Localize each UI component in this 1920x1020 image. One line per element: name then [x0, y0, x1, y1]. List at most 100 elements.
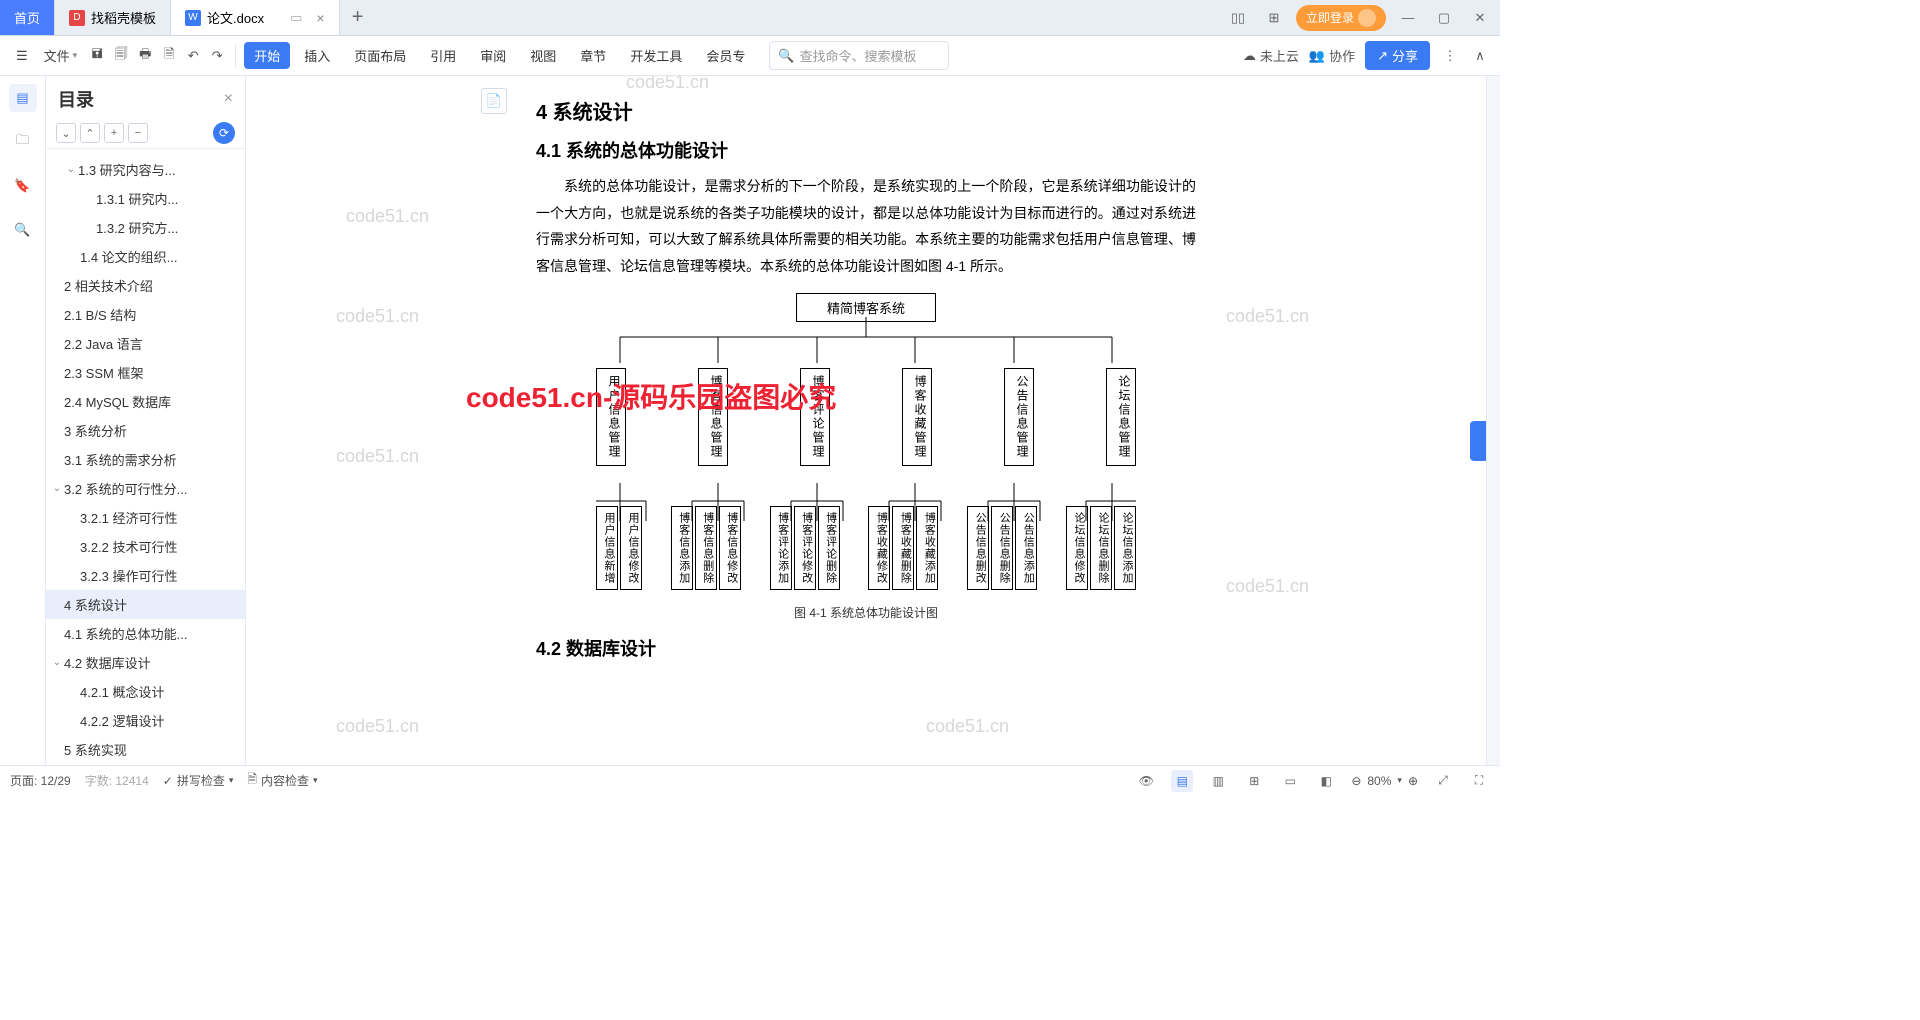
ribbon-member[interactable]: 会员专 — [696, 42, 755, 69]
print-icon[interactable]: 🖶 — [135, 46, 155, 66]
save-icon[interactable]: 🖬 — [87, 46, 107, 66]
close-button[interactable]: ✕ — [1466, 4, 1494, 32]
menu-button[interactable]: ☰ — [10, 44, 34, 68]
outline-item[interactable]: 1.3.2 研究方... — [46, 213, 245, 242]
paragraph-icon[interactable]: 📄 — [481, 88, 507, 114]
outline-item[interactable]: 2.4 MySQL 数据库 — [46, 387, 245, 416]
close-icon[interactable]: × — [316, 10, 324, 26]
outline-item-label: 3 系统分析 — [64, 421, 127, 440]
window-mode-icon[interactable]: ▭ — [290, 10, 302, 26]
outline-item[interactable]: 2.2 Java 语言 — [46, 329, 245, 358]
bookmark-icon[interactable]: 🔖 — [9, 172, 37, 200]
collapse-all-icon[interactable]: ⌄ — [56, 123, 76, 143]
ribbon-dev[interactable]: 开发工具 — [620, 42, 692, 69]
collapse-icon[interactable]: ∧ — [1470, 46, 1490, 66]
read-mode-icon[interactable]: 👁 — [1135, 770, 1157, 792]
panel-title: 目录 — [58, 86, 224, 112]
share-button[interactable]: ↗分享 — [1365, 41, 1430, 70]
layout-icon[interactable]: ▯▯ — [1224, 4, 1252, 32]
expand-icon[interactable]: + — [104, 123, 124, 143]
zoom-out-icon[interactable]: ⊖ — [1351, 774, 1361, 788]
outline-item[interactable]: ⌄3.2 系统的可行性分... — [46, 474, 245, 503]
more-icon[interactable]: ⋮ — [1440, 46, 1460, 66]
diagram-leaf: 博客评论修改 — [794, 506, 816, 590]
docer-icon: D — [69, 10, 85, 26]
collapse-icon[interactable]: − — [128, 123, 148, 143]
fullscreen-icon[interactable]: ⛶ — [1468, 770, 1490, 792]
diagram-leaf: 公告信息删除 — [991, 506, 1013, 590]
outline-item[interactable]: 2 相关技术介绍 — [46, 271, 245, 300]
scrollbar[interactable] — [1486, 76, 1500, 765]
print-preview-icon[interactable]: 🗎 — [159, 46, 179, 66]
fit-width-icon[interactable]: ⤢ — [1432, 770, 1454, 792]
maximize-button[interactable]: ▢ — [1430, 4, 1458, 32]
page: 📄 4 系统设计 4.1 系统的总体功能设计 系统的总体功能设计，是需求分析的下… — [536, 76, 1196, 765]
outline-item[interactable]: 1.4 论文的组织... — [46, 242, 245, 271]
outline-item[interactable]: 3.2.2 技术可行性 — [46, 532, 245, 561]
outline-item[interactable]: 1.3.1 研究内... — [46, 184, 245, 213]
ribbon-insert[interactable]: 插入 — [294, 42, 340, 69]
save-as-icon[interactable]: 🗐 — [111, 46, 131, 66]
zoom-in-icon[interactable]: ⊕ — [1408, 774, 1418, 788]
outline-item[interactable]: 4.2.1 概念设计 — [46, 677, 245, 706]
outline-item[interactable]: ⌄1.3 研究内容与... — [46, 155, 245, 184]
diagram-leaf: 论坛信息删除 — [1090, 506, 1112, 590]
ribbon-start[interactable]: 开始 — [244, 42, 290, 69]
outline-item[interactable]: 5 系统实现 — [46, 735, 245, 764]
diagram-leaf: 博客信息添加 — [671, 506, 693, 590]
outline-item[interactable]: 4 系统设计 — [46, 590, 245, 619]
file-menu[interactable]: 文件▾ — [38, 42, 84, 69]
heading-4: 4 系统设计 — [536, 96, 1196, 125]
find-icon[interactable]: 🔍 — [9, 216, 37, 244]
word-count[interactable]: 字数: 12414 — [85, 772, 149, 789]
page-indicator[interactable]: 页面: 12/29 — [10, 772, 71, 789]
ribbon-sections[interactable]: 章节 — [570, 42, 616, 69]
content-check-button[interactable]: 🗎内容检查▾ — [247, 770, 317, 791]
outline-item[interactable]: 4.1 系统的总体功能... — [46, 619, 245, 648]
outline-item[interactable]: 3 系统分析 — [46, 416, 245, 445]
outline-item[interactable]: ⌄4.2 数据库设计 — [46, 648, 245, 677]
outline-view-icon[interactable]: ⊞ — [1243, 770, 1265, 792]
minimize-button[interactable]: — — [1394, 4, 1422, 32]
tab-templates[interactable]: D 找稻壳模板 — [55, 0, 171, 35]
collab-button[interactable]: 👥协作 — [1309, 46, 1355, 65]
cloud-status[interactable]: ☁未上云 — [1243, 46, 1299, 65]
tab-document[interactable]: W 论文.docx ▭ × — [171, 0, 340, 35]
undo-icon[interactable]: ↶ — [183, 46, 203, 66]
add-tab-button[interactable]: + — [340, 0, 376, 35]
redo-icon[interactable]: ↷ — [207, 46, 227, 66]
outline-icon[interactable]: ▤ — [9, 84, 37, 112]
outline-item[interactable]: 3.2.3 操作可行性 — [46, 561, 245, 590]
diagram-leaf: 公告信息删改 — [967, 506, 989, 590]
folder-icon[interactable]: 🗀 — [9, 128, 37, 156]
document-canvas[interactable]: 📄 4 系统设计 4.1 系统的总体功能设计 系统的总体功能设计，是需求分析的下… — [246, 76, 1486, 765]
diagram-leaf: 博客信息修改 — [719, 506, 741, 590]
apps-icon[interactable]: ⊞ — [1260, 4, 1288, 32]
feedback-tab[interactable] — [1470, 421, 1486, 461]
login-button[interactable]: 立即登录 — [1296, 5, 1386, 31]
outline-item[interactable]: 3.2.1 经济可行性 — [46, 503, 245, 532]
outline-item[interactable]: 4.2.2 逻辑设计 — [46, 706, 245, 735]
spellcheck-button[interactable]: ✓拼写检查▾ — [163, 772, 234, 789]
web-view-icon[interactable]: ▥ — [1207, 770, 1229, 792]
panel-close-icon[interactable]: × — [224, 90, 233, 108]
outline-item[interactable]: 3.1 系统的需求分析 — [46, 445, 245, 474]
ribbon-references[interactable]: 引用 — [420, 42, 466, 69]
ai-turbo-icon[interactable]: ⟳ — [213, 122, 235, 144]
search-input[interactable]: 🔍 查找命令、搜索模板 — [769, 41, 949, 70]
reading-icon[interactable]: ◧ — [1315, 770, 1337, 792]
page-view-icon[interactable]: ▤ — [1171, 770, 1193, 792]
diagram-leaf: 论坛信息修改 — [1066, 506, 1088, 590]
ribbon-view[interactable]: 视图 — [520, 42, 566, 69]
tab-home[interactable]: 首页 — [0, 0, 55, 35]
zoom-control[interactable]: ⊖ 80% ▾ ⊕ — [1351, 774, 1418, 788]
ribbon-review[interactable]: 审阅 — [470, 42, 516, 69]
people-icon: 👥 — [1309, 48, 1325, 64]
outline-item-label: 2.1 B/S 结构 — [64, 305, 136, 324]
diagram-node: 博客评论管理 — [800, 368, 830, 466]
outline-item[interactable]: 2.1 B/S 结构 — [46, 300, 245, 329]
expand-all-icon[interactable]: ⌃ — [80, 123, 100, 143]
draft-view-icon[interactable]: ▭ — [1279, 770, 1301, 792]
ribbon-layout[interactable]: 页面布局 — [344, 42, 416, 69]
outline-item[interactable]: 2.3 SSM 框架 — [46, 358, 245, 387]
